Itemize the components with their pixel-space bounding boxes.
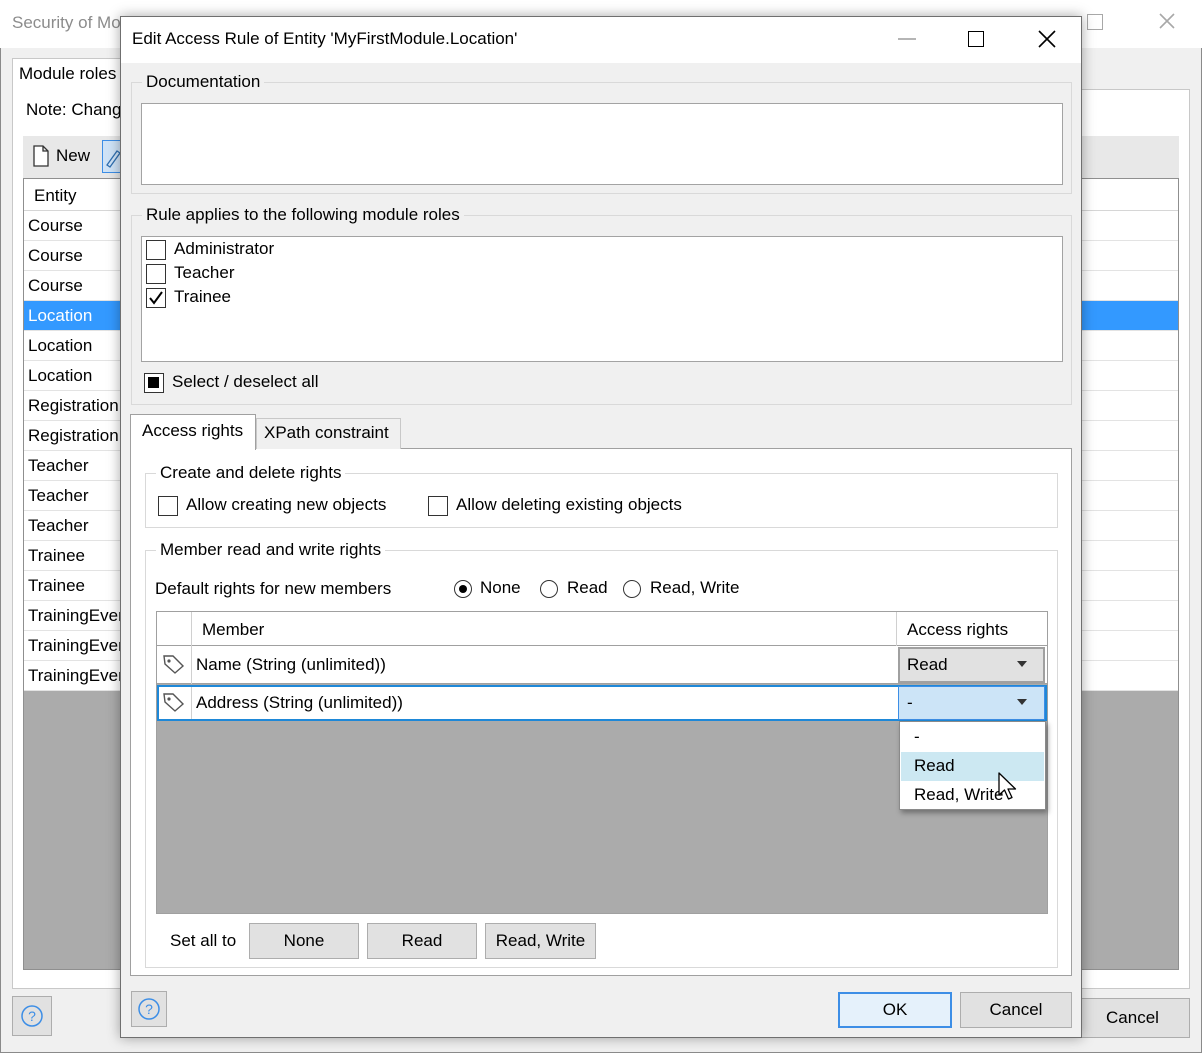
access-rights-value: -	[907, 693, 913, 712]
default-readwrite-radio[interactable]	[623, 580, 641, 598]
select-all-label: Select / deselect all	[172, 372, 319, 391]
maximize-icon[interactable]	[968, 31, 984, 47]
access-rights-value: Read	[907, 655, 948, 674]
close-icon[interactable]	[1036, 28, 1058, 50]
set-all-readwrite-button[interactable]: Read, Write	[485, 923, 596, 959]
module-roles-legend: Rule applies to the following module rol…	[142, 205, 464, 225]
close-icon[interactable]	[1156, 10, 1178, 32]
svg-text:?: ?	[145, 1001, 153, 1017]
maximize-icon[interactable]	[1087, 14, 1103, 30]
new-button[interactable]: New	[32, 145, 90, 167]
column-divider	[191, 687, 192, 719]
tab-access-rights[interactable]: Access rights	[130, 414, 256, 450]
mouse-cursor-icon	[997, 771, 1019, 803]
dialog-title: Edit Access Rule of Entity 'MyFirstModul…	[132, 29, 518, 48]
column-divider	[191, 646, 192, 684]
select-all-checkbox[interactable]	[144, 373, 164, 393]
allow-create-label: Allow creating new objects	[186, 495, 387, 514]
member-column-header[interactable]: Member	[202, 620, 264, 640]
default-read-label: Read	[567, 578, 608, 597]
tag-icon	[162, 691, 186, 713]
minimize-icon[interactable]	[898, 38, 916, 40]
dropdown-option-highlighted[interactable]: Read	[901, 752, 1044, 781]
default-none-label: None	[480, 578, 521, 597]
help-button[interactable]: ?	[12, 996, 52, 1036]
documentation-legend: Documentation	[142, 72, 265, 92]
member-name: Name (String (unlimited))	[196, 655, 386, 674]
default-rights-label: Default rights for new members	[155, 579, 392, 598]
role-label-trainee: Trainee	[174, 287, 232, 306]
dropdown-option[interactable]: Read, Write	[901, 781, 1044, 810]
column-divider	[191, 612, 192, 646]
set-all-none-button[interactable]: None	[249, 923, 359, 959]
dropdown-arrow-icon	[1017, 699, 1027, 705]
note-text: Note: Chang	[26, 100, 122, 119]
help-button[interactable]: ?	[131, 991, 167, 1027]
default-read-radio[interactable]	[540, 580, 558, 598]
entity-column-header[interactable]: Entity	[34, 186, 77, 206]
member-rights-legend: Member read and write rights	[156, 540, 386, 560]
checkbox-administrator[interactable]	[146, 240, 166, 260]
security-window-title: Security of Mo	[12, 13, 121, 32]
cancel-button[interactable]: Cancel	[960, 992, 1072, 1028]
tag-icon	[162, 653, 186, 675]
dropdown-option[interactable]: -	[901, 723, 1044, 752]
access-column-header[interactable]: Access rights	[907, 620, 1008, 640]
default-none-radio[interactable]	[454, 580, 472, 598]
dropdown-arrow-icon	[1017, 661, 1027, 667]
set-all-label: Set all to	[170, 931, 237, 950]
set-all-read-button[interactable]: Read	[367, 923, 477, 959]
tab-xpath-constraint[interactable]: XPath constraint	[256, 418, 401, 449]
member-name: Address (String (unlimited))	[196, 693, 403, 712]
module-roles-list	[141, 236, 1063, 362]
allow-delete-checkbox[interactable]	[428, 496, 448, 516]
checkbox-teacher[interactable]	[146, 264, 166, 284]
new-document-icon	[32, 145, 50, 167]
new-button-label: New	[56, 146, 91, 165]
default-readwrite-label: Read, Write	[650, 578, 740, 597]
ok-button[interactable]: OK	[838, 992, 952, 1028]
documentation-textarea[interactable]	[141, 103, 1063, 185]
checkmark-icon	[149, 291, 163, 305]
role-label-administrator: Administrator	[174, 239, 275, 258]
allow-create-checkbox[interactable]	[158, 496, 178, 516]
column-divider	[896, 612, 897, 646]
indeterminate-icon	[148, 377, 159, 388]
security-cancel-button[interactable]: Cancel	[1075, 998, 1190, 1038]
allow-delete-label: Allow deleting existing objects	[456, 495, 682, 514]
role-label-teacher: Teacher	[174, 263, 235, 282]
checkbox-trainee[interactable]	[146, 288, 166, 308]
access-rights-dropdown: - Read Read, Write	[899, 721, 1046, 810]
create-delete-legend: Create and delete rights	[156, 463, 346, 483]
svg-text:?: ?	[28, 1008, 36, 1024]
